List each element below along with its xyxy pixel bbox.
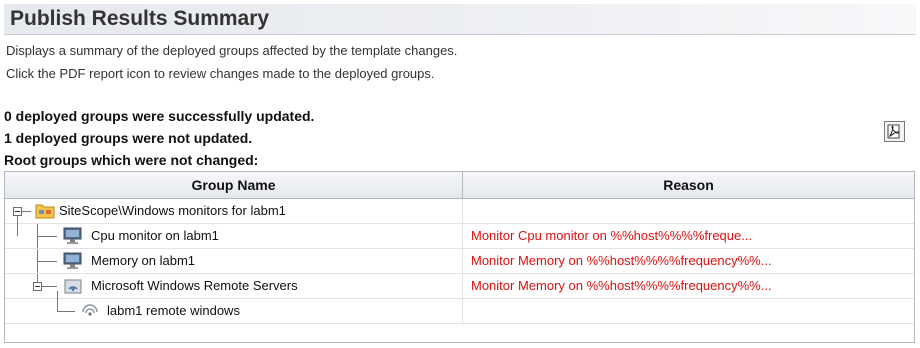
table-header: Group Name Reason [5, 172, 914, 199]
description-line-2: Click the PDF report icon to review chan… [6, 66, 435, 81]
collapse-toggle[interactable] [33, 282, 42, 291]
group-name: SiteScope\Windows monitors for labm1 [59, 203, 286, 218]
collapse-toggle[interactable] [13, 207, 22, 216]
monitor-name: Cpu monitor on labm1 [91, 228, 219, 243]
column-divider [462, 274, 463, 298]
group-name: Microsoft Windows Remote Servers [91, 278, 298, 293]
monitor-icon [63, 227, 82, 244]
tree-connector [22, 211, 31, 212]
tree-connector [17, 216, 18, 236]
table-row[interactable]: labm1 remote windows [5, 291, 914, 324]
pdf-report-icon [887, 124, 900, 139]
pdf-report-button[interactable] [884, 121, 905, 142]
monitor-icon [63, 252, 82, 269]
monitor-name: Memory on labm1 [91, 253, 196, 268]
reason-text: Monitor Cpu monitor on %%host%%%%freque.… [471, 228, 753, 243]
table-row[interactable]: Memory on labm1 Monitor Memory on %%host… [5, 249, 914, 274]
table-row[interactable]: Microsoft Windows Remote Servers Monitor… [5, 274, 914, 299]
page-title: Publish Results Summary [10, 7, 270, 30]
stat-updated: 0 deployed groups were successfully upda… [4, 108, 315, 124]
reason-text: Monitor Memory on %%host%%%%frequency%%.… [471, 278, 772, 293]
table-row[interactable]: SiteScope\Windows monitors for labm1 [5, 199, 914, 224]
tree-connector [37, 274, 38, 282]
stat-root-not-changed: Root groups which were not changed: [4, 152, 259, 168]
table-row[interactable]: Cpu monitor on labm1 Monitor Cpu monitor… [5, 216, 914, 249]
tree-connector [37, 261, 57, 262]
column-divider [462, 249, 463, 273]
tree-connector [57, 291, 58, 311]
column-divider [462, 199, 463, 223]
tree-connector [42, 286, 57, 287]
stat-not-updated: 1 deployed groups were not updated. [4, 130, 253, 146]
folder-group-icon [35, 204, 55, 219]
remote-name: labm1 remote windows [107, 303, 240, 318]
title-bar: Publish Results Summary [4, 4, 916, 35]
reason-text: Monitor Memory on %%host%%%%frequency%%.… [471, 253, 772, 268]
remote-windows-icon [82, 304, 98, 316]
remote-servers-icon [64, 279, 82, 294]
tree-connector [37, 236, 57, 237]
results-table: Group Name Reason SiteScope\Windows moni… [4, 171, 915, 343]
column-divider [462, 224, 463, 248]
column-header-group-name[interactable]: Group Name [5, 172, 463, 198]
column-header-reason[interactable]: Reason [463, 172, 914, 198]
description-line-1: Displays a summary of the deployed group… [6, 43, 458, 58]
tree-connector [57, 311, 75, 312]
column-divider [462, 299, 463, 323]
